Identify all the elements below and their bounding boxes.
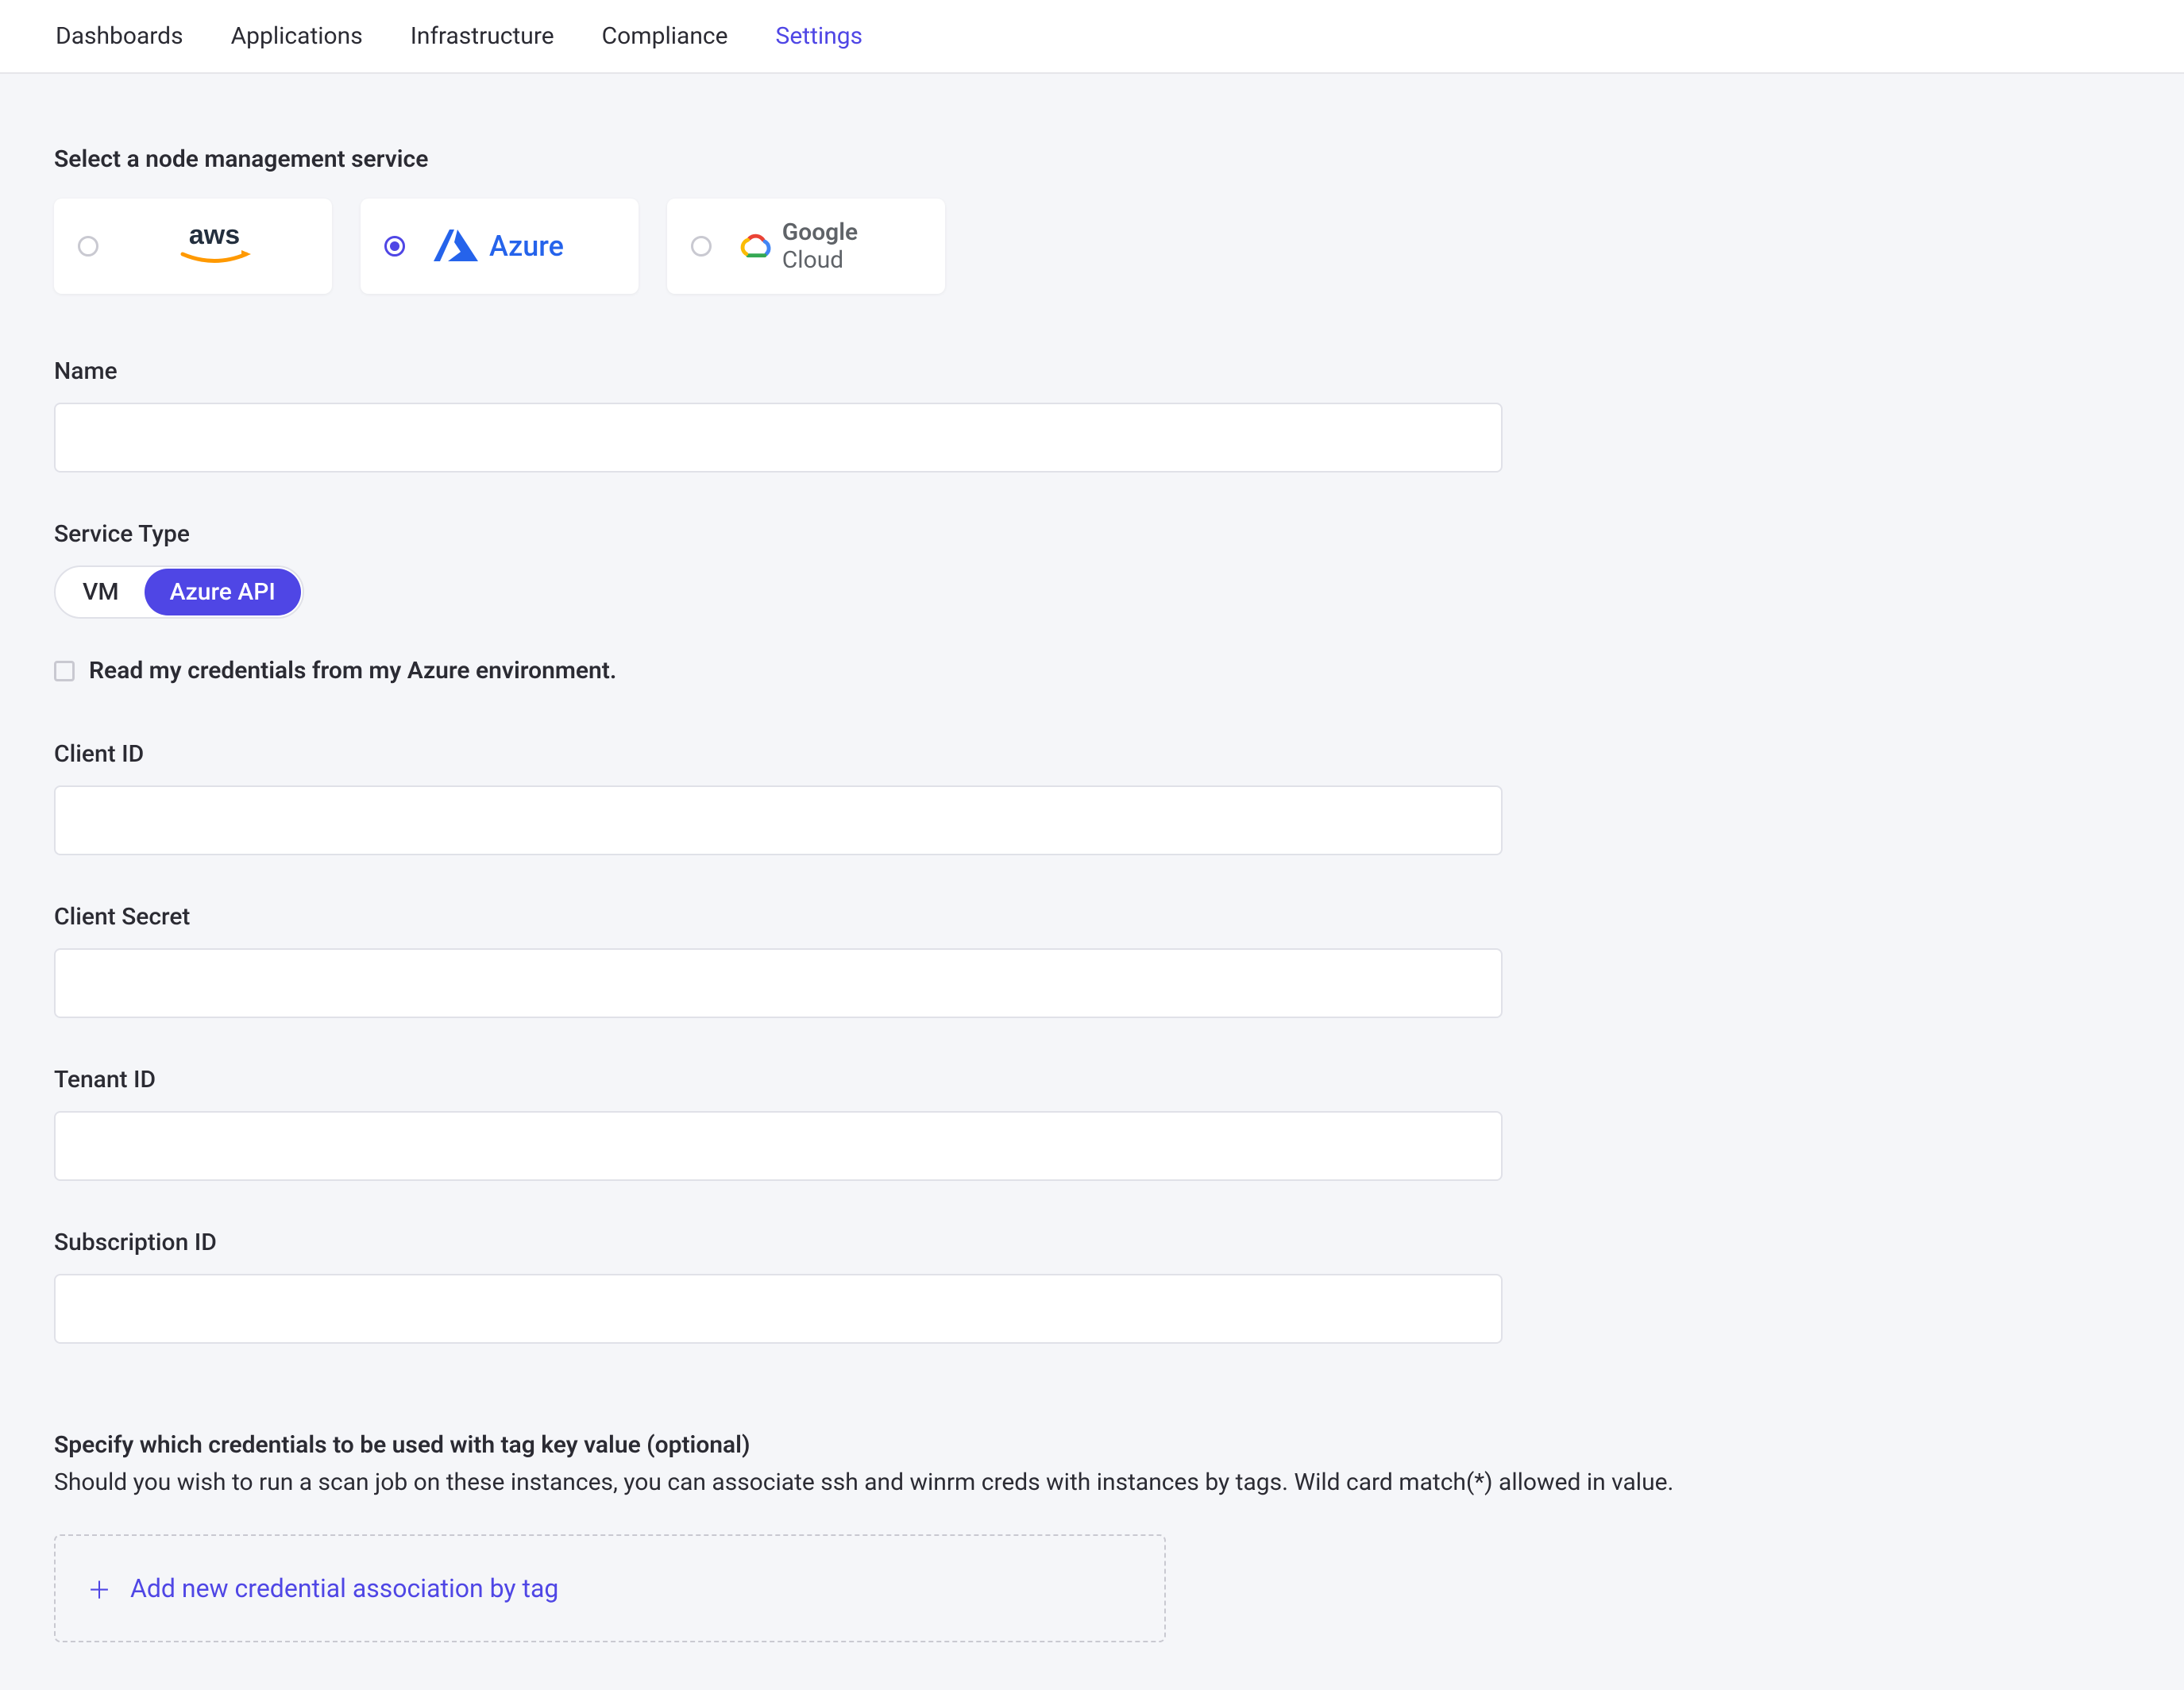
checkbox-icon[interactable] — [54, 661, 75, 681]
plus-icon: ＋ — [87, 1571, 111, 1606]
tenant-id-label: Tenant ID — [54, 1066, 2130, 1094]
radio-icon — [384, 236, 405, 257]
provider-card-gcp[interactable]: Google Cloud — [667, 199, 945, 294]
add-credential-label: Add new credential association by tag — [130, 1573, 558, 1603]
client-secret-label: Client Secret — [54, 903, 2130, 931]
field-tenant-id: Tenant ID — [54, 1066, 2130, 1181]
nav-settings[interactable]: Settings — [776, 22, 863, 50]
radio-icon — [78, 236, 98, 257]
nav-dashboards[interactable]: Dashboards — [56, 22, 183, 50]
client-secret-input[interactable] — [54, 948, 1503, 1018]
name-label: Name — [54, 357, 2130, 385]
name-input[interactable] — [54, 403, 1503, 473]
tenant-id-input[interactable] — [54, 1111, 1503, 1181]
field-subscription-id: Subscription ID — [54, 1229, 2130, 1344]
field-name: Name — [54, 357, 2130, 473]
azure-logo-text: Azure — [489, 230, 564, 263]
tag-creds-description: Should you wish to run a scan job on the… — [54, 1468, 2130, 1496]
subscription-id-label: Subscription ID — [54, 1229, 2130, 1256]
field-service-type: Service Type VM Azure API — [54, 520, 2130, 619]
provider-row: aws Azure — [54, 199, 2130, 294]
top-nav: Dashboards Applications Infrastructure C… — [0, 0, 2184, 74]
client-id-label: Client ID — [54, 740, 2130, 768]
service-type-vm[interactable]: VM — [57, 569, 145, 615]
tag-creds-title: Specify which credentials to be used wit… — [54, 1431, 2130, 1459]
page-body: Select a node management service aws — [0, 74, 2184, 1690]
provider-card-aws[interactable]: aws — [54, 199, 332, 294]
read-env-creds-label: Read my credentials from my Azure enviro… — [89, 657, 616, 685]
provider-select-heading: Select a node management service — [54, 145, 2130, 173]
nav-infrastructure[interactable]: Infrastructure — [411, 22, 554, 50]
service-type-segmented: VM Azure API — [54, 565, 304, 619]
gcp-logo-icon: Google Cloud — [734, 199, 921, 294]
azure-logo-icon: Azure — [427, 199, 615, 294]
aws-logo-icon: aws — [121, 199, 308, 294]
svg-text:aws: aws — [189, 220, 240, 250]
client-id-input[interactable] — [54, 785, 1503, 855]
subscription-id-input[interactable] — [54, 1274, 1503, 1344]
add-credential-by-tag-button[interactable]: ＋ Add new credential association by tag — [54, 1534, 1166, 1642]
service-type-azure-api[interactable]: Azure API — [145, 569, 301, 615]
field-client-id: Client ID — [54, 740, 2130, 855]
service-type-label: Service Type — [54, 520, 2130, 548]
field-client-secret: Client Secret — [54, 903, 2130, 1018]
nav-applications[interactable]: Applications — [231, 22, 363, 50]
gcp-logo-text: Google Cloud — [782, 218, 921, 274]
radio-icon — [691, 236, 712, 257]
nav-compliance[interactable]: Compliance — [602, 22, 728, 50]
read-env-creds-row[interactable]: Read my credentials from my Azure enviro… — [54, 657, 2130, 685]
provider-card-azure[interactable]: Azure — [361, 199, 639, 294]
